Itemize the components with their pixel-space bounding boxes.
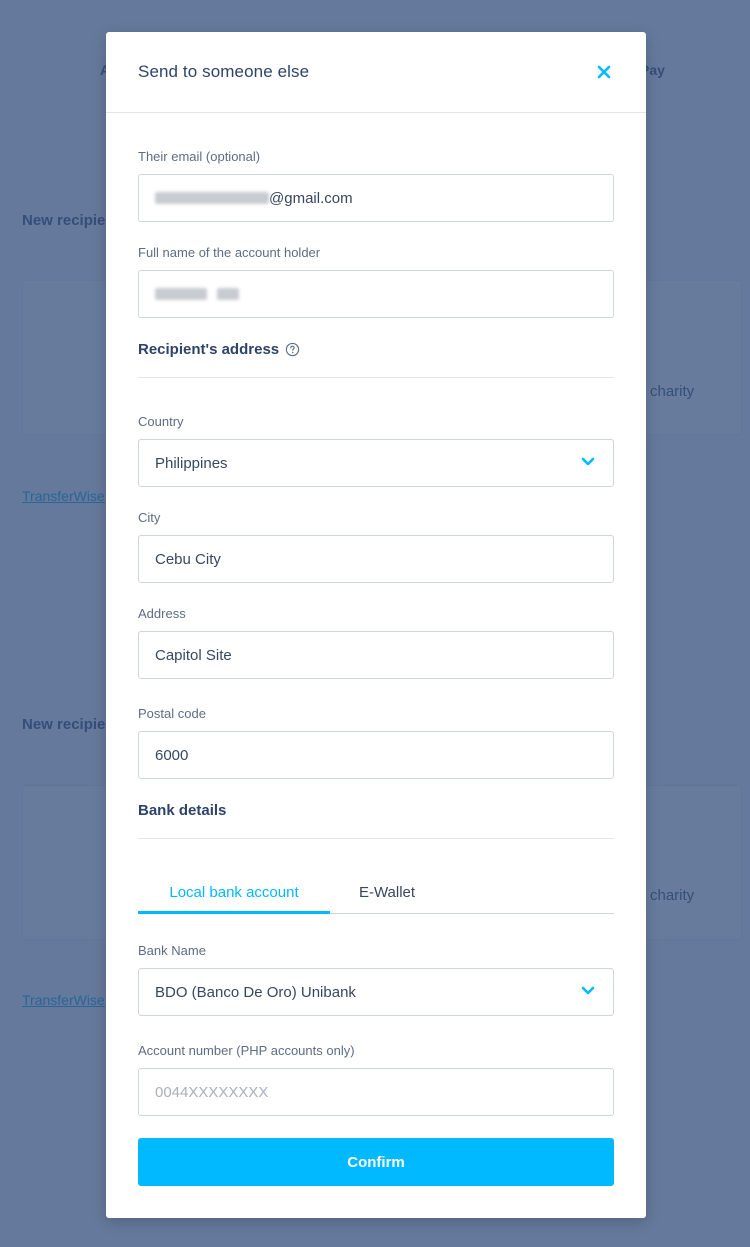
country-value: Philippines	[155, 454, 228, 472]
bank-name-label: Bank Name	[138, 943, 206, 958]
tab-e-wallet[interactable]: E-Wallet	[330, 875, 444, 914]
close-icon	[597, 65, 611, 79]
postal-code-field-group: Postal code 6000	[138, 705, 614, 779]
postal-code-label: Postal code	[138, 706, 206, 721]
city-field-group: City Cebu City	[138, 509, 614, 583]
email-input[interactable]: @gmail.com	[138, 174, 614, 222]
question-circle-icon[interactable]	[285, 342, 300, 357]
recipient-address-heading: Recipient's address	[138, 341, 614, 358]
account-number-placeholder: 0044XXXXXXXX	[155, 1083, 269, 1101]
full-name-input[interactable]	[138, 270, 614, 318]
city-input[interactable]: Cebu City	[138, 535, 614, 583]
postal-code-value: 6000	[155, 746, 189, 764]
confirm-button[interactable]: Confirm	[138, 1138, 614, 1186]
account-number-input[interactable]: 0044XXXXXXXX	[138, 1068, 614, 1116]
email-domain: @gmail.com	[269, 189, 353, 207]
bank-details-heading: Bank details	[138, 802, 227, 819]
city-label: City	[138, 510, 161, 525]
recipient-address-title: Recipient's address	[138, 341, 280, 358]
full-name-label: Full name of the account holder	[138, 245, 321, 260]
section-divider	[138, 377, 614, 378]
tab-label: Local bank account	[169, 884, 299, 901]
redacted-text	[155, 288, 207, 300]
modal-title: Send to someone else	[138, 62, 310, 81]
email-field-group: Their email (optional) @gmail.com	[138, 148, 614, 222]
country-label: Country	[138, 414, 184, 429]
country-select[interactable]: Philippines	[138, 439, 614, 487]
bank-account-type-tabs: Local bank account E-Wallet	[138, 875, 614, 914]
modal-header: Send to someone else	[106, 32, 646, 113]
bank-name-select[interactable]: BDO (Banco De Oro) Unibank	[138, 968, 614, 1016]
account-number-label: Account number (PHP accounts only)	[138, 1043, 355, 1058]
full-name-field-group: Full name of the account holder	[138, 244, 614, 318]
postal-code-input[interactable]: 6000	[138, 731, 614, 779]
chevron-down-icon	[581, 986, 595, 995]
address-field-group: Address Capitol Site	[138, 605, 614, 679]
email-label: Their email (optional)	[138, 149, 261, 164]
redacted-text	[217, 288, 239, 300]
bank-name-value: BDO (Banco De Oro) Unibank	[155, 983, 356, 1001]
tab-label: E-Wallet	[358, 884, 416, 901]
address-label: Address	[138, 606, 186, 621]
address-input[interactable]: Capitol Site	[138, 631, 614, 679]
address-value: Capitol Site	[155, 646, 232, 664]
account-number-field-group: Account number (PHP accounts only) 0044X…	[138, 1042, 614, 1116]
country-field-group: Country Philippines	[138, 413, 614, 487]
redacted-text	[155, 192, 269, 204]
tab-local-bank-account[interactable]: Local bank account	[138, 875, 330, 914]
close-button[interactable]	[594, 62, 614, 82]
bank-name-field-group: Bank Name BDO (Banco De Oro) Unibank	[138, 942, 614, 1016]
send-to-someone-else-modal: Send to someone else Their email (option…	[106, 32, 646, 1218]
section-divider	[138, 838, 614, 839]
chevron-down-icon	[581, 457, 595, 466]
city-value: Cebu City	[155, 550, 221, 568]
